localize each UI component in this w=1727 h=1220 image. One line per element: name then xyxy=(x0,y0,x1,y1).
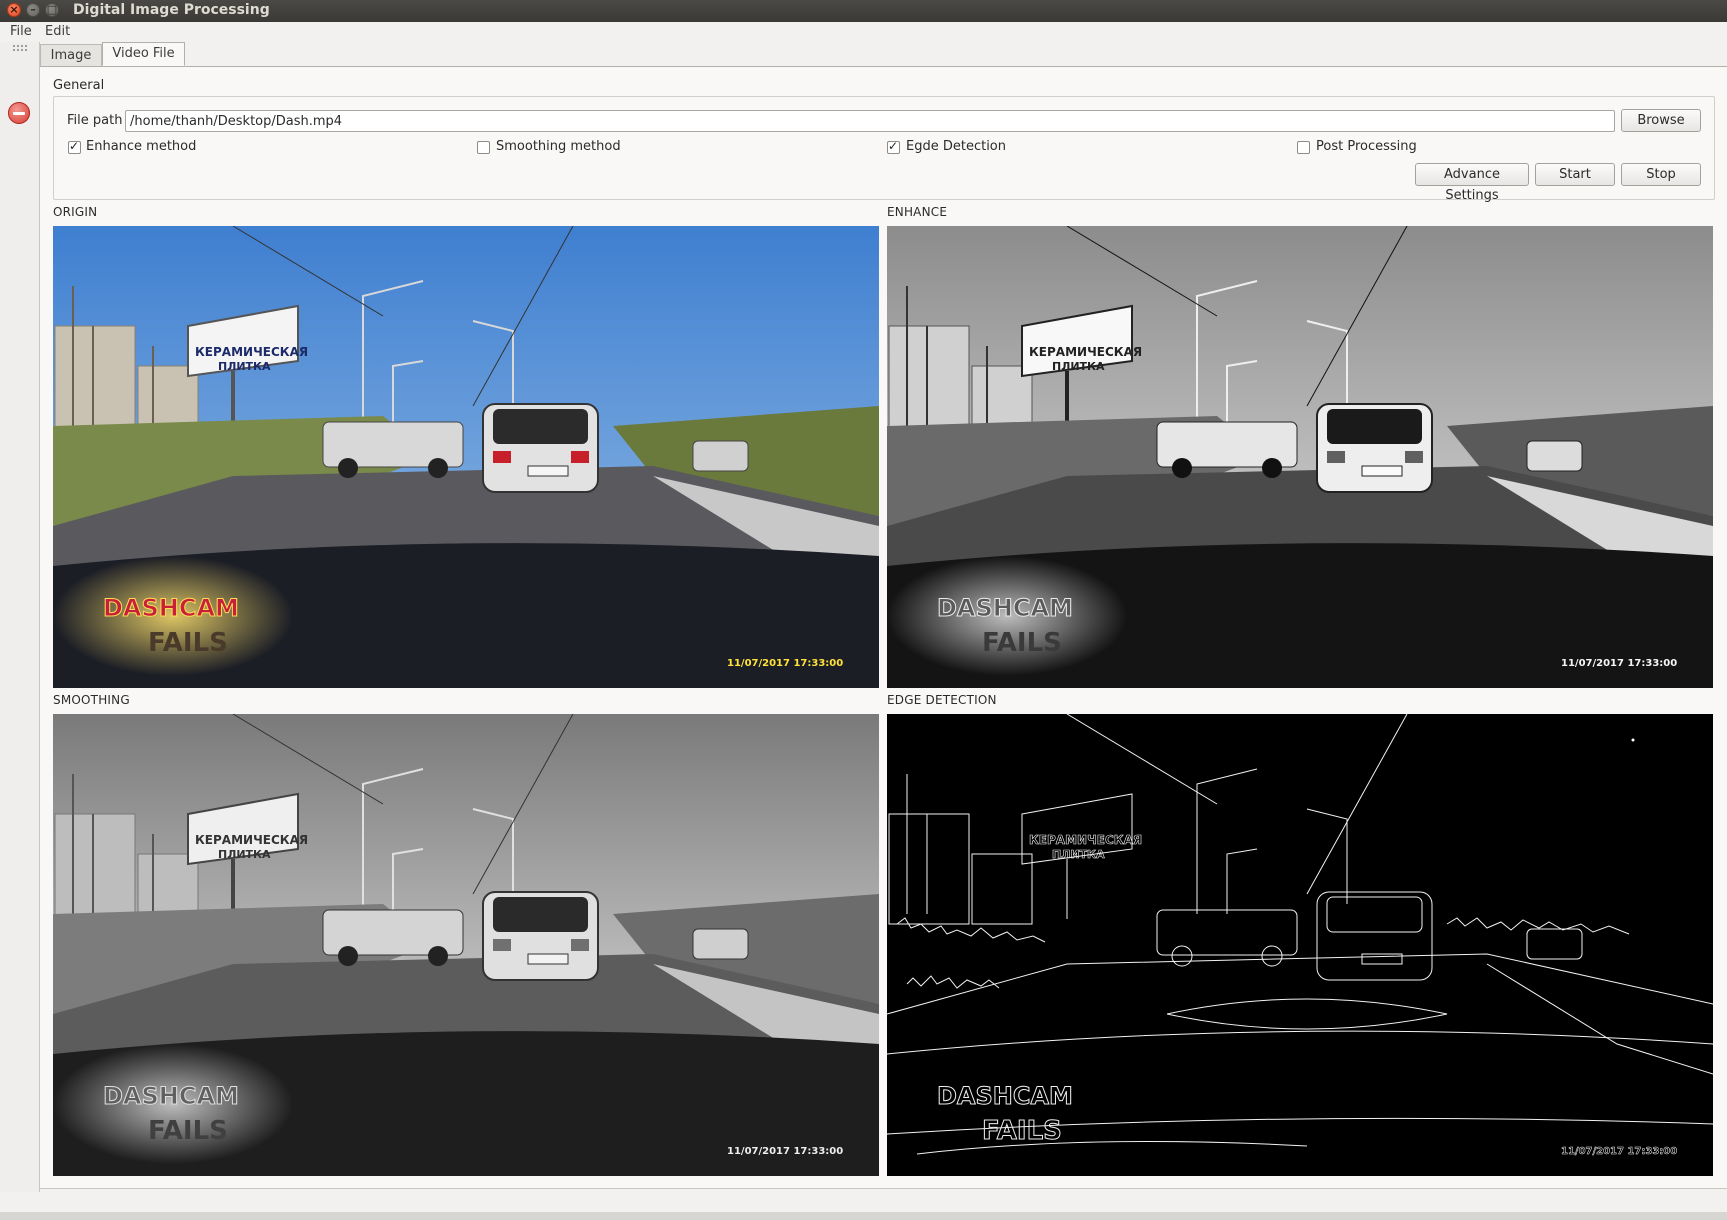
advance-settings-button[interactable]: Advance Settings xyxy=(1415,163,1529,203)
video-timestamp: 11/07/2017 17:33:00 xyxy=(1561,658,1677,669)
app-tool-icon[interactable] xyxy=(8,102,30,124)
tool-strip xyxy=(0,42,40,1192)
stop-button[interactable]: Stop xyxy=(1621,163,1701,186)
menu-edit[interactable]: Edit xyxy=(45,24,70,39)
title-bar: × – □ Digital Image Processing xyxy=(0,0,1727,22)
enhance-video-frame: КЕРАМИЧЕСКАЯ ПЛИТКА DASHCAM FAILS 11/07/… xyxy=(887,226,1713,688)
post-processing-label[interactable]: Post Processing xyxy=(1316,139,1417,154)
dashcam-overlay-text: DASHCAM xyxy=(937,594,1073,622)
browse-button[interactable]: Browse xyxy=(1621,109,1701,132)
fails-overlay-text: FAILS xyxy=(982,1116,1062,1146)
origin-video-frame: КЕРАМИЧЕСКАЯ ПЛИТКА DASHCAM FAILS 11/07/… xyxy=(53,226,879,688)
edge-detection-checkbox[interactable] xyxy=(887,139,900,154)
billboard-text-2: ПЛИТКА xyxy=(218,360,271,373)
edge-detection-label[interactable]: Egde Detection xyxy=(906,139,1006,154)
content-bottom-border xyxy=(40,1188,1727,1189)
origin-frame-image: КЕРАМИЧЕСКАЯ ПЛИТКА DASHCAM FAILS 11/07/… xyxy=(53,226,879,688)
general-group-title: General xyxy=(53,78,105,93)
enhance-method-label[interactable]: Enhance method xyxy=(86,139,196,154)
dashcam-overlay-text: DASHCAM xyxy=(103,594,239,622)
menu-bar: File Edit xyxy=(0,22,1727,42)
post-processing-checkbox[interactable] xyxy=(1297,141,1310,154)
billboard-text: КЕРАМИЧЕСКАЯ xyxy=(195,345,308,359)
smoothing-frame-image: КЕРАМИЧЕСКАЯ ПЛИТКА DASHCAM FAILS 11/07/… xyxy=(53,714,879,1176)
menu-file[interactable]: File xyxy=(10,24,32,39)
billboard-text: КЕРАМИЧЕСКАЯ xyxy=(1029,833,1142,847)
video-timestamp: 11/07/2017 17:33:00 xyxy=(1561,1146,1677,1157)
fails-overlay-text: FAILS xyxy=(148,1116,228,1146)
enhance-frame-image: КЕРАМИЧЕСКАЯ ПЛИТКА DASHCAM FAILS 11/07/… xyxy=(887,226,1713,688)
billboard-text: КЕРАМИЧЕСКАЯ xyxy=(1029,345,1142,359)
smoothing-method-label[interactable]: Smoothing method xyxy=(496,139,621,154)
minimize-window-icon[interactable]: – xyxy=(26,3,40,17)
tab-image[interactable]: Image xyxy=(40,44,102,66)
smoothing-label: SMOOTHING xyxy=(53,693,130,707)
fails-overlay-text: FAILS xyxy=(982,628,1062,658)
enhance-label: ENHANCE xyxy=(887,205,948,219)
status-bar xyxy=(0,1212,1727,1220)
dashcam-overlay-text: DASHCAM xyxy=(937,1082,1073,1110)
maximize-window-icon[interactable]: □ xyxy=(45,3,59,17)
fails-overlay-text: FAILS xyxy=(148,628,228,658)
file-path-label: File path xyxy=(67,113,123,128)
close-window-icon[interactable]: × xyxy=(7,3,21,17)
file-path-input[interactable] xyxy=(125,110,1615,132)
edge-frame-image: КЕРАМИЧЕСКАЯ ПЛИТКА DASHCAM FAILS 11/07/… xyxy=(887,714,1713,1176)
enhance-method-checkbox[interactable] xyxy=(68,139,81,154)
video-timestamp: 11/07/2017 17:33:00 xyxy=(727,658,843,669)
smoothing-video-frame: КЕРАМИЧЕСКАЯ ПЛИТКА DASHCAM FAILS 11/07/… xyxy=(53,714,879,1176)
billboard-text-2: ПЛИТКА xyxy=(218,848,271,861)
edge-detection-video-frame: КЕРАМИЧЕСКАЯ ПЛИТКА DASHCAM FAILS 11/07/… xyxy=(887,714,1713,1176)
tab-video-file[interactable]: Video File xyxy=(102,42,185,66)
billboard-text: КЕРАМИЧЕСКАЯ xyxy=(195,833,308,847)
origin-label: ORIGIN xyxy=(53,205,98,219)
edge-detection-panel-label: EDGE DETECTION xyxy=(887,693,997,707)
window-title: Digital Image Processing xyxy=(73,2,270,18)
smoothing-method-checkbox[interactable] xyxy=(477,141,490,154)
dashcam-overlay-text: DASHCAM xyxy=(103,1082,239,1110)
start-button[interactable]: Start xyxy=(1535,163,1615,186)
billboard-text-2: ПЛИТКА xyxy=(1052,848,1105,861)
video-timestamp: 11/07/2017 17:33:00 xyxy=(727,1146,843,1157)
toolbar-grip-handle[interactable] xyxy=(12,44,28,52)
billboard-text-2: ПЛИТКА xyxy=(1052,360,1105,373)
